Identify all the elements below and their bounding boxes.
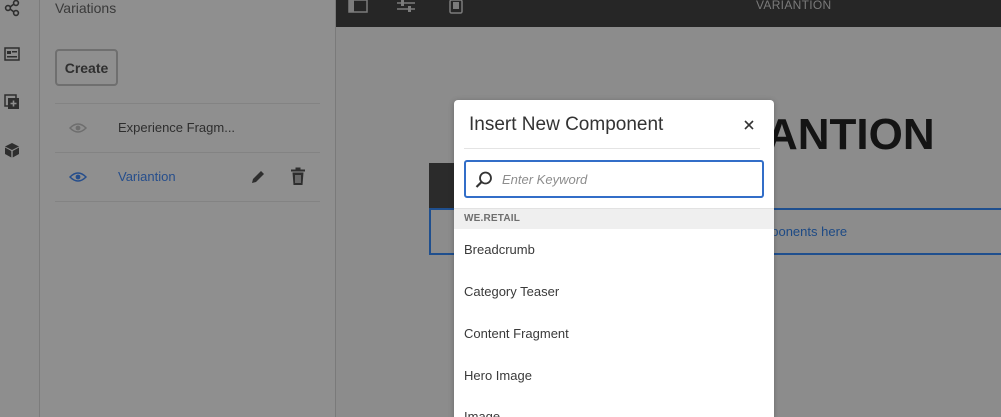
eye-icon[interactable] [68,170,88,188]
eye-icon[interactable] [68,121,88,139]
variation-label: Experience Fragm... [118,120,236,135]
side-rail [0,0,40,417]
share-icon[interactable] [0,0,24,20]
insert-component-dialog: Insert New Component WE.RETAIL Breadcrum… [454,100,774,417]
component-item-category-teaser[interactable]: Category Teaser [464,284,559,299]
group-label: WE.RETAIL [464,213,521,224]
component-group-header: WE.RETAIL [454,208,774,229]
dialog-title: Insert New Component [469,114,664,135]
search-icon [474,170,494,195]
component-item-image[interactable]: Image [464,409,500,417]
package-icon[interactable] [0,138,24,162]
app-window: Variations Create Experience Fragm... Va… [0,0,1001,417]
search-input[interactable] [502,168,752,190]
component-item-hero-image[interactable]: Hero Image [464,368,532,383]
emulator-icon[interactable] [446,0,466,19]
editor-toolbar: VARIANTION [336,0,1001,27]
divider [55,201,320,202]
search-field[interactable] [464,160,764,198]
variation-item-variantion[interactable]: Variantion [55,153,320,201]
sidebar-toggle-icon[interactable] [348,0,368,19]
page-heading: ANTION [766,110,935,159]
close-icon[interactable] [741,117,757,133]
add-layer-icon[interactable] [0,90,24,114]
panel-title: Variations [55,0,117,16]
drag-components-text: nponents here [764,224,848,239]
variations-panel: Variations Create Experience Fragm... Va… [40,0,336,417]
variation-label: Variantion [118,169,176,184]
component-item-breadcrumb[interactable]: Breadcrumb [464,242,535,257]
trash-icon[interactable] [289,167,307,191]
variation-item-master[interactable]: Experience Fragm... [55,104,320,152]
create-button[interactable]: Create [55,49,118,86]
component-item-content-fragment[interactable]: Content Fragment [464,326,569,341]
properties-icon[interactable] [396,0,416,19]
fragment-icon[interactable] [0,42,24,66]
page-title: VARIANTION [756,0,832,12]
pencil-icon[interactable] [249,168,267,191]
dialog-divider [464,148,760,149]
